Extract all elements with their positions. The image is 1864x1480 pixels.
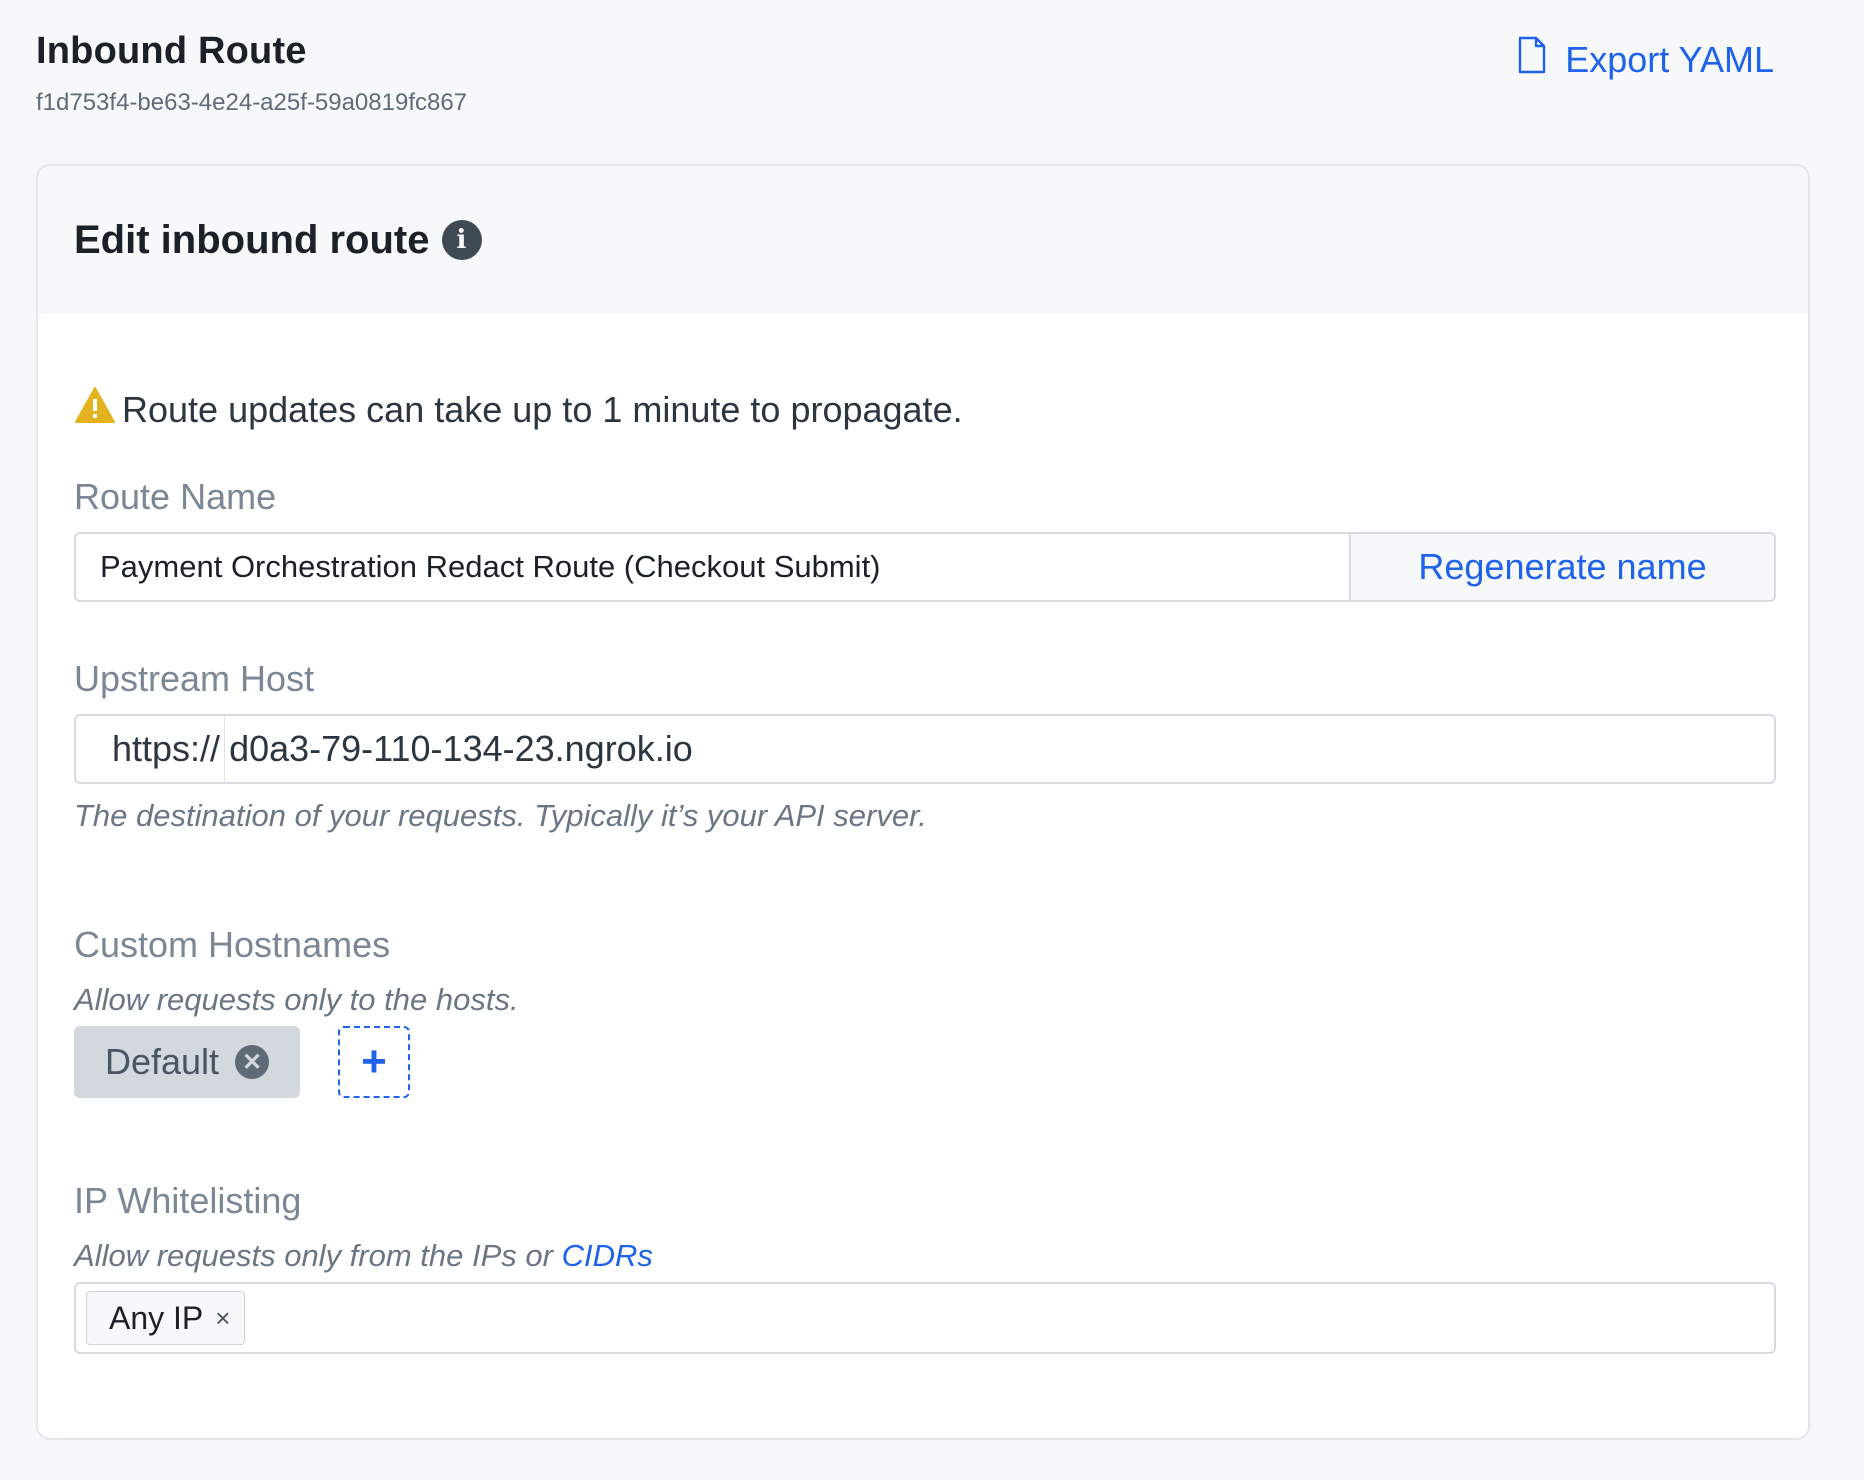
- ip-whitelisting-help: Allow requests only from the IPs or CIDR…: [74, 1238, 653, 1274]
- regenerate-name-button[interactable]: Regenerate name: [1349, 534, 1774, 600]
- page-title: Inbound Route: [36, 30, 307, 72]
- page-header: Inbound Route f1d753f4-be63-4e24-a25f-59…: [36, 30, 467, 117]
- upstream-host-help: The destination of your requests. Typica…: [74, 798, 927, 833]
- card-header: Edit inbound route i: [38, 166, 1808, 314]
- upstream-host-label: Upstream Host: [74, 658, 315, 699]
- export-yaml-button[interactable]: Export YAML: [1517, 36, 1774, 83]
- add-hostname-button[interactable]: +: [338, 1026, 410, 1098]
- warning-icon: [74, 386, 116, 433]
- upstream-host-group: https://: [74, 714, 1776, 784]
- document-icon: [1517, 36, 1547, 83]
- ip-whitelist-input[interactable]: Any IP ×: [74, 1282, 1776, 1354]
- ip-whitelisting-label: IP Whitelisting: [74, 1180, 302, 1221]
- remove-chip-icon[interactable]: ✕: [235, 1045, 270, 1079]
- info-icon[interactable]: i: [441, 220, 482, 260]
- custom-hostnames-help: Allow requests only to the hosts.: [74, 982, 519, 1017]
- ip-tag-label: Any IP: [109, 1299, 204, 1336]
- ip-tag: Any IP ×: [86, 1291, 246, 1345]
- route-name-group: Regenerate name: [74, 532, 1776, 602]
- export-yaml-label: Export YAML: [1565, 38, 1774, 80]
- remove-tag-icon[interactable]: ×: [215, 1303, 230, 1334]
- hostname-chip-default: Default ✕: [74, 1026, 300, 1098]
- route-name-input[interactable]: [76, 534, 1349, 600]
- route-id: f1d753f4-be63-4e24-a25f-59a0819fc867: [36, 89, 468, 116]
- edit-route-card: Edit inbound route i Route updates can t…: [36, 164, 1810, 1440]
- route-name-label: Route Name: [74, 476, 277, 517]
- protocol-prefix: https://: [76, 716, 226, 782]
- cidrs-link[interactable]: CIDRs: [562, 1238, 653, 1273]
- warning-text: Route updates can take up to 1 minute to…: [122, 388, 963, 430]
- propagation-warning: Route updates can take up to 1 minute to…: [74, 386, 963, 433]
- custom-hostnames-label: Custom Hostnames: [74, 924, 391, 965]
- card-title: Edit inbound route: [74, 217, 430, 262]
- ip-help-text: Allow requests only from the IPs or: [74, 1238, 562, 1273]
- upstream-host-input[interactable]: [225, 716, 1774, 782]
- hostname-chip-label: Default: [104, 1041, 220, 1082]
